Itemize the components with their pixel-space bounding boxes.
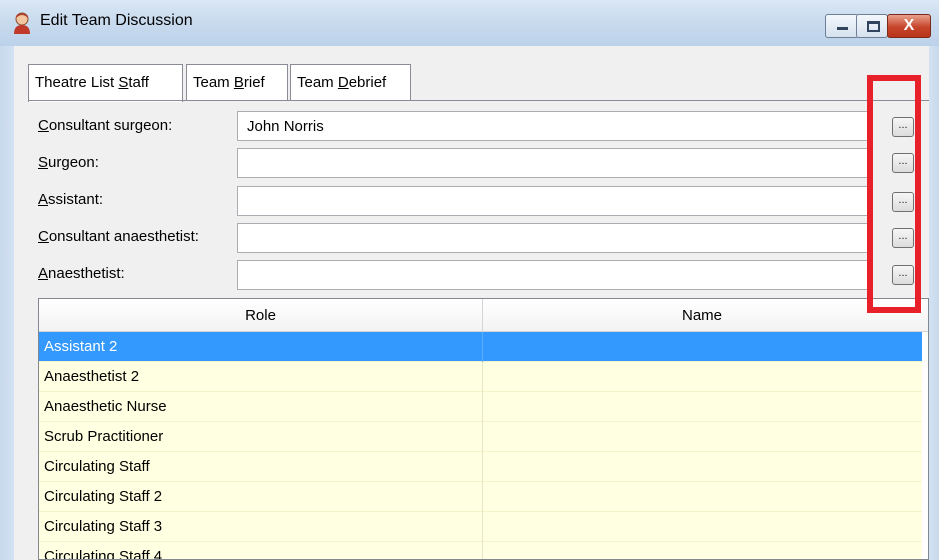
annotation-highlight-box — [867, 75, 921, 313]
table-row[interactable]: Circulating Staff 3 — [39, 512, 922, 542]
tab-label: rief — [243, 74, 265, 91]
assistant-label: Assistant: — [38, 191, 103, 208]
role-cell: Anaesthetist 2 — [44, 368, 140, 385]
staff-grid[interactable]: Role Name Assistant 2 Anaesthetist 2 Ana… — [38, 298, 929, 560]
window-frame-left — [0, 46, 14, 560]
role-cell: Circulating Staff 3 — [44, 518, 163, 535]
tab-label: Theatre List — [35, 74, 119, 91]
cell-divider — [482, 452, 483, 482]
title-bar[interactable]: Edit Team Discussion X — [0, 0, 939, 47]
table-row[interactable]: Anaesthetist 2 — [39, 362, 922, 392]
role-cell: Assistant 2 — [44, 338, 118, 355]
tab-page-border — [28, 100, 929, 101]
cell-divider — [482, 542, 483, 559]
minimize-button[interactable] — [825, 14, 859, 38]
table-row[interactable]: Circulating Staff 4 — [39, 542, 922, 560]
table-row[interactable]: Scrub Practitioner — [39, 422, 922, 452]
label-text: onsultant surgeon: — [48, 117, 173, 134]
maximize-button[interactable] — [856, 14, 888, 38]
label-accelerator: C — [38, 117, 49, 134]
label-text: ssistant: — [48, 191, 104, 208]
dialog-body: Theatre List Staff Team Brief Team Debri… — [14, 46, 929, 560]
tab-team-debrief[interactable]: Team Debrief — [290, 64, 411, 100]
label-text: urgeon: — [48, 154, 99, 171]
assistant-field[interactable] — [237, 186, 868, 216]
minimize-icon — [837, 27, 848, 30]
role-cell: Scrub Practitioner — [44, 428, 164, 445]
column-header-name[interactable]: Name — [482, 307, 922, 324]
grid-header: Role Name — [39, 299, 928, 332]
close-icon: X — [903, 17, 915, 34]
tab-accelerator: S — [118, 74, 129, 91]
tab-accelerator: D — [337, 74, 349, 91]
cell-divider — [482, 512, 483, 542]
cell-divider — [482, 332, 483, 362]
tab-label: Team — [297, 74, 338, 91]
window-frame-right — [929, 46, 939, 560]
consultant-surgeon-label: Consultant surgeon: — [38, 117, 172, 134]
tab-label: taff — [128, 74, 149, 91]
table-row[interactable]: Circulating Staff 2 — [39, 482, 922, 512]
consultant-anaesthetist-field[interactable] — [237, 223, 868, 253]
maximize-icon — [867, 21, 880, 32]
label-text: naesthetist: — [48, 265, 125, 282]
role-cell: Anaesthetic Nurse — [44, 398, 167, 415]
label-accelerator: S — [38, 154, 49, 171]
surgeon-label: Surgeon: — [38, 154, 99, 171]
role-cell: Circulating Staff 4 — [44, 548, 163, 560]
column-header-role[interactable]: Role — [39, 307, 482, 324]
table-row[interactable]: Anaesthetic Nurse — [39, 392, 922, 422]
cell-divider — [482, 362, 483, 392]
label-accelerator: C — [38, 228, 49, 245]
anaesthetist-field[interactable] — [237, 260, 868, 290]
surgeon-field[interactable] — [237, 148, 868, 178]
role-cell: Circulating Staff — [44, 458, 150, 475]
tab-label: Team — [193, 74, 234, 91]
tab-theatre-list-staff[interactable]: Theatre List Staff — [28, 64, 183, 102]
table-row[interactable]: Circulating Staff — [39, 452, 922, 482]
app-icon — [12, 12, 32, 34]
tab-accelerator: B — [233, 74, 244, 91]
tab-label: ebrief — [348, 74, 387, 91]
label-text: onsultant anaesthetist: — [48, 228, 199, 245]
consultant-anaesthetist-label: Consultant anaesthetist: — [38, 228, 199, 245]
close-button[interactable]: X — [887, 14, 931, 38]
role-cell: Circulating Staff 2 — [44, 488, 163, 505]
table-row[interactable]: Assistant 2 — [39, 332, 922, 362]
window-title: Edit Team Discussion — [40, 12, 193, 29]
label-accelerator: A — [38, 191, 49, 208]
anaesthetist-label: Anaesthetist: — [38, 265, 125, 282]
consultant-surgeon-field[interactable]: John Norris — [237, 111, 868, 141]
cell-divider — [482, 482, 483, 512]
label-accelerator: A — [38, 265, 49, 282]
cell-divider — [482, 392, 483, 422]
tab-team-brief[interactable]: Team Brief — [186, 64, 288, 100]
cell-divider — [482, 422, 483, 452]
